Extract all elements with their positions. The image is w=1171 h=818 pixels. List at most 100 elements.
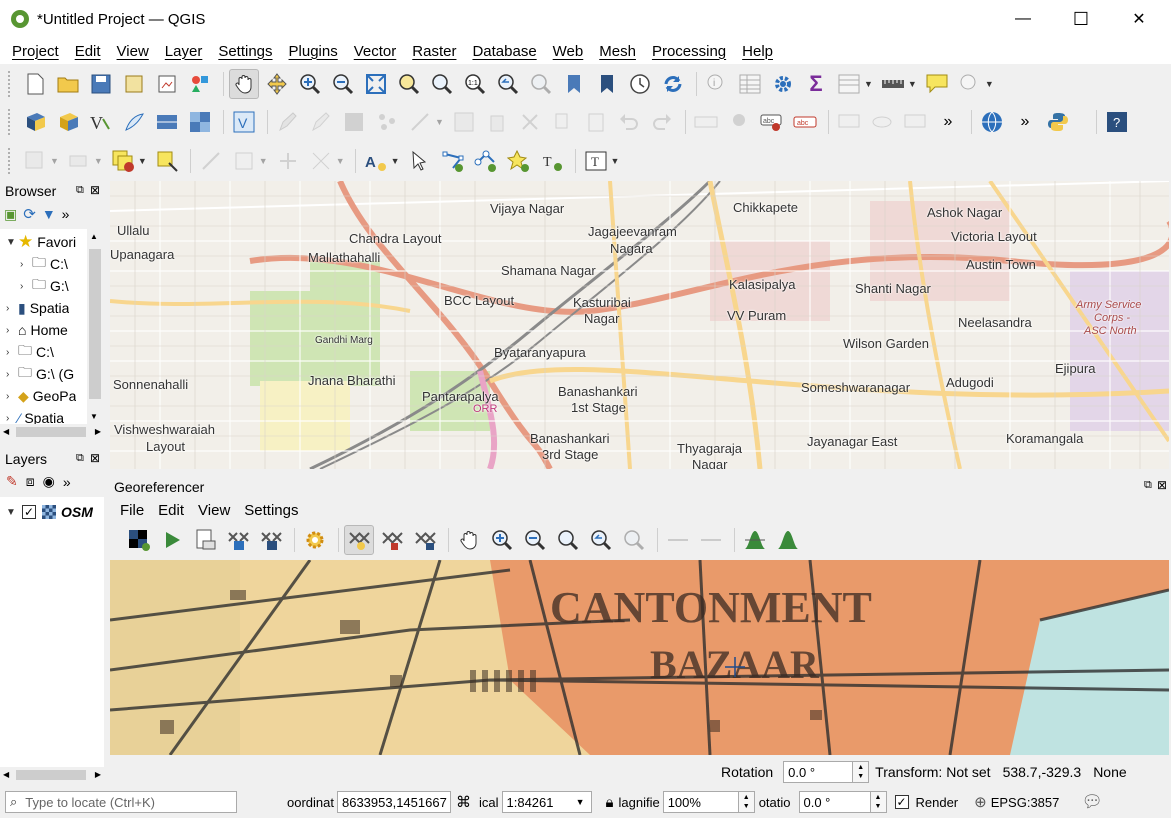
collapse-all-icon[interactable]: » bbox=[62, 206, 70, 222]
open-project-icon[interactable] bbox=[53, 69, 83, 99]
browser-scrollbar-vertical[interactable]: ▲ ▼ bbox=[87, 229, 103, 424]
rotation-spinner[interactable]: ▲ ▼ bbox=[870, 791, 887, 813]
delete-point-icon[interactable] bbox=[377, 525, 407, 555]
delete-selected-icon[interactable] bbox=[482, 107, 512, 137]
save-edits-icon[interactable] bbox=[339, 107, 369, 137]
offset-curve-icon[interactable] bbox=[306, 146, 336, 176]
python-console-icon[interactable] bbox=[1043, 107, 1073, 137]
new-layout-icon[interactable] bbox=[152, 69, 182, 99]
locator-search-icon[interactable] bbox=[955, 69, 985, 99]
label-tool-icon[interactable] bbox=[691, 107, 721, 137]
settings-gear-icon[interactable] bbox=[768, 69, 798, 99]
georef-menu-view[interactable]: View bbox=[191, 502, 237, 519]
panel-float-icon[interactable]: ⧉ bbox=[76, 452, 84, 465]
panel-close-icon[interactable]: ⊠ bbox=[90, 451, 100, 465]
lock-scale-icon[interactable]: 🔒︎ bbox=[606, 794, 614, 811]
add-spatialite-icon[interactable] bbox=[119, 107, 149, 137]
messages-icon[interactable]: 💬︎ bbox=[1081, 792, 1103, 812]
pin-labels-icon[interactable] bbox=[724, 107, 754, 137]
create-marker-annotation-icon[interactable] bbox=[504, 146, 534, 176]
toggle-extents-icon[interactable]: ⌘ bbox=[456, 793, 471, 811]
browser-item-home[interactable]: › ⌂ Home bbox=[6, 319, 68, 341]
layer-visibility-checkbox[interactable]: ✓ bbox=[22, 505, 36, 519]
georef-rotation-spinner[interactable]: ▲ ▼ bbox=[853, 761, 870, 783]
more-layers-tools-icon[interactable]: » bbox=[63, 474, 71, 490]
georef-zoom-next-icon[interactable] bbox=[619, 525, 649, 555]
georef-pan-icon[interactable] bbox=[454, 525, 484, 555]
toolbar-grip-2[interactable] bbox=[8, 108, 12, 135]
create-point-text-annotation-icon[interactable]: T bbox=[537, 146, 567, 176]
georef-zoom-out-icon[interactable] bbox=[520, 525, 550, 555]
georeferencer-canvas[interactable]: CANTONMENT BAZAAR bbox=[110, 560, 1169, 755]
browser-item-g-favorite[interactable]: › 🗀 G:\ bbox=[20, 275, 69, 297]
attribute-table-icon[interactable] bbox=[735, 69, 765, 99]
toggle-editing-icon[interactable] bbox=[306, 107, 336, 137]
link-qgis-to-georef-icon[interactable] bbox=[696, 525, 726, 555]
menu-mesh[interactable]: Mesh bbox=[591, 43, 644, 60]
add-feature-icon[interactable] bbox=[372, 107, 402, 137]
statistics-sigma-icon[interactable]: Σ bbox=[801, 69, 831, 99]
refresh-browser-icon[interactable]: ⟳ bbox=[23, 205, 36, 223]
select-location-icon[interactable] bbox=[152, 146, 182, 176]
browser-item-c-favorite[interactable]: › 🗀 C:\ bbox=[20, 253, 68, 275]
georef-zoom-layer-icon[interactable] bbox=[553, 525, 583, 555]
maximize-button[interactable]: ☐ bbox=[1052, 0, 1110, 38]
panel-splitter[interactable] bbox=[110, 469, 1171, 478]
toolbar-grip[interactable] bbox=[8, 70, 12, 97]
redo-icon[interactable] bbox=[647, 107, 677, 137]
layer-diagram-icon[interactable]: abc bbox=[790, 107, 820, 137]
add-selected-layers-icon[interactable]: ▣ bbox=[4, 206, 17, 223]
zoom-next-icon[interactable] bbox=[526, 69, 556, 99]
coordinate-input[interactable]: 8633953,1451667 bbox=[336, 791, 451, 813]
modify-attributes-icon[interactable] bbox=[449, 107, 479, 137]
menu-layer[interactable]: Layer bbox=[157, 43, 211, 60]
add-wms-layer-icon[interactable] bbox=[152, 107, 182, 137]
zoom-full-icon[interactable] bbox=[361, 69, 391, 99]
browser-item-c-drive[interactable]: › 🗀 C:\ bbox=[6, 341, 54, 363]
shape-digitize-icon[interactable] bbox=[229, 146, 259, 176]
add-text-annotation-icon[interactable]: A bbox=[361, 146, 391, 176]
georef-rotation-input[interactable]: 0.0 ° bbox=[783, 761, 854, 783]
text-annotation-icon[interactable]: T bbox=[581, 146, 611, 176]
transformation-settings-icon[interactable] bbox=[300, 525, 330, 555]
more-tools-chevron-icon[interactable]: » bbox=[933, 107, 963, 137]
add-delimited-text-icon[interactable]: V bbox=[86, 107, 116, 137]
modify-annotation-icon[interactable] bbox=[405, 146, 435, 176]
magnifier-spinner[interactable]: ▲ ▼ bbox=[738, 791, 755, 813]
add-group-icon[interactable]: ⧈ bbox=[26, 473, 35, 490]
move-label-icon[interactable] bbox=[900, 107, 930, 137]
georef-menu-settings[interactable]: Settings bbox=[237, 502, 305, 519]
menu-settings[interactable]: Settings bbox=[210, 43, 280, 60]
georef-zoom-last-icon[interactable] bbox=[586, 525, 616, 555]
map-canvas[interactable]: Vijaya Nagar Chikkapete Ashok Nagar Ulla… bbox=[110, 181, 1169, 469]
identify-icon[interactable]: i bbox=[702, 69, 732, 99]
menu-web[interactable]: Web bbox=[545, 43, 592, 60]
cut-features-icon[interactable] bbox=[515, 107, 545, 137]
filter-browser-icon[interactable]: ▼ bbox=[42, 206, 56, 222]
menu-vector[interactable]: Vector bbox=[346, 43, 405, 60]
start-georeferencing-icon[interactable] bbox=[157, 525, 187, 555]
browser-scrollbar-horizontal[interactable]: ◀ ▶ bbox=[0, 424, 104, 440]
current-edits-icon[interactable] bbox=[273, 107, 303, 137]
panel-close-icon[interactable]: ⊠ bbox=[90, 183, 100, 197]
scale-select[interactable]: 1:84261 ▼ bbox=[501, 791, 592, 813]
panel-float-icon[interactable]: ⧉ bbox=[1144, 479, 1152, 492]
style-manager-icon[interactable] bbox=[185, 69, 215, 99]
zoom-to-selection-icon[interactable] bbox=[394, 69, 424, 99]
create-polygon-annotation-icon[interactable] bbox=[471, 146, 501, 176]
add-point-icon[interactable] bbox=[344, 525, 374, 555]
zoom-last-icon[interactable] bbox=[493, 69, 523, 99]
save-as-icon[interactable] bbox=[119, 69, 149, 99]
menu-project[interactable]: Project bbox=[4, 43, 67, 60]
georef-menu-edit[interactable]: Edit bbox=[151, 502, 191, 519]
menu-edit[interactable]: Edit bbox=[67, 43, 109, 60]
add-vector-layer-icon[interactable] bbox=[53, 107, 83, 137]
zoom-to-layer-icon[interactable] bbox=[427, 69, 457, 99]
georef-zoom-in-icon[interactable] bbox=[487, 525, 517, 555]
rotation-input[interactable]: 0.0 ° bbox=[798, 791, 871, 813]
more-plugins-chevron-icon[interactable]: » bbox=[1010, 107, 1040, 137]
panel-close-icon[interactable]: ⊠ bbox=[1157, 478, 1167, 492]
digitize-icon[interactable] bbox=[196, 146, 226, 176]
map-tips-icon[interactable] bbox=[922, 69, 952, 99]
menu-processing[interactable]: Processing bbox=[644, 43, 734, 60]
